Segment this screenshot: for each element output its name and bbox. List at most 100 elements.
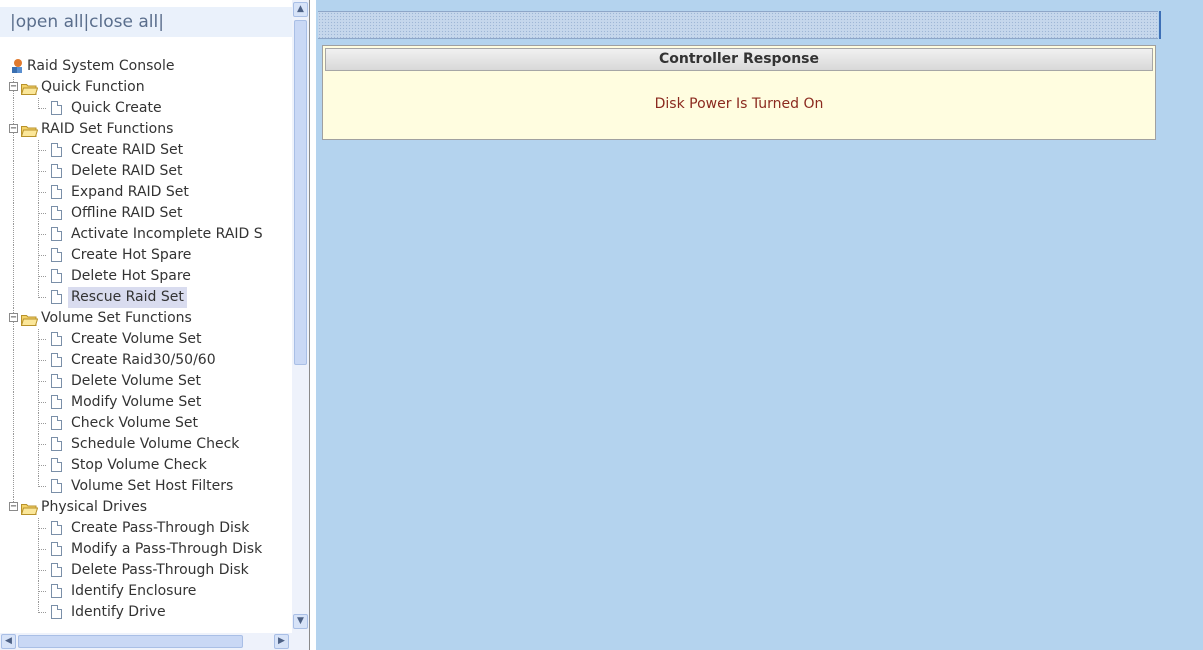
tree-item-label[interactable]: Identify Enclosure [71,581,196,602]
tree-item-label[interactable]: Activate Incomplete RAID S [71,224,263,245]
tree-item-create-hot-spare[interactable]: Create Hot Spare [0,245,292,266]
document-icon [51,395,62,409]
vertical-scroll-thumb[interactable] [294,20,307,365]
tree-group-label[interactable]: Quick Function [41,77,145,98]
raid-console-icon [10,58,24,74]
tree-item-expand-raid-set[interactable]: Expand RAID Set [0,182,292,203]
document-icon [51,101,62,115]
document-icon [51,416,62,430]
tree-item-label[interactable]: Create Pass-Through Disk [71,518,249,539]
tree-item-create-raid30-50-60[interactable]: Create Raid30/50/60 [0,350,292,371]
tree-group-physical-drives[interactable]: − Physical Drives [0,497,292,518]
document-icon [51,269,62,283]
sidebar-horizontal-scrollbar[interactable]: ◀ ▶ [0,633,292,650]
folder-open-icon [20,312,39,326]
controller-response-panel: Controller Response Disk Power Is Turned… [322,45,1156,140]
tree-item-label[interactable]: Modify a Pass-Through Disk [71,539,262,560]
document-icon [51,248,62,262]
tree-item-label[interactable]: Volume Set Host Filters [71,476,233,497]
tree-item-label[interactable]: Expand RAID Set [71,182,189,203]
tree-root[interactable]: Raid System Console [0,56,292,77]
collapse-toggle-icon[interactable]: − [9,313,18,323]
tree-item-modify-a-pass-through-disk[interactable]: Modify a Pass-Through Disk [0,539,292,560]
tree-item-delete-raid-set[interactable]: Delete RAID Set [0,161,292,182]
document-icon [51,143,62,157]
document-icon [51,164,62,178]
collapse-toggle-icon[interactable]: − [9,124,18,134]
document-icon [51,521,62,535]
tree-item-label[interactable]: Delete Hot Spare [71,266,191,287]
folder-open-icon [20,123,39,137]
tree-item-label[interactable]: Create Volume Set [71,329,201,350]
tree-item-create-pass-through-disk[interactable]: Create Pass-Through Disk [0,518,292,539]
tree-item-activate-incomplete-raid-s[interactable]: Activate Incomplete RAID S [0,224,292,245]
tree-item-label[interactable]: Create RAID Set [71,140,183,161]
document-icon [51,374,62,388]
tree-item-stop-volume-check[interactable]: Stop Volume Check [0,455,292,476]
tree-group-label[interactable]: Physical Drives [41,497,147,518]
document-icon [51,185,62,199]
panel-title: Controller Response [325,48,1153,71]
document-icon [51,542,62,556]
tree-item-label[interactable]: Rescue Raid Set [68,287,187,308]
tree-item-label[interactable]: Delete Pass-Through Disk [71,560,249,581]
tree-item-label[interactable]: Check Volume Set [71,413,198,434]
top-banner-edge [1159,11,1161,39]
tree-toolbar: |open all|close all| [0,7,292,37]
folder-open-icon [20,81,39,95]
tree-group-label[interactable]: Volume Set Functions [41,308,192,329]
tree-item-modify-volume-set[interactable]: Modify Volume Set [0,392,292,413]
tree-item-label[interactable]: Create Hot Spare [71,245,191,266]
tree-item-label[interactable]: Offline RAID Set [71,203,182,224]
tree-item-label[interactable]: Schedule Volume Check [71,434,239,455]
scroll-left-arrow-icon[interactable]: ◀ [1,634,16,649]
tree-item-identify-drive[interactable]: Identify Drive [0,602,292,623]
tree-item-label[interactable]: Modify Volume Set [71,392,201,413]
document-icon [51,437,62,451]
tree-item-delete-pass-through-disk[interactable]: Delete Pass-Through Disk [0,560,292,581]
tree-item-create-raid-set[interactable]: Create RAID Set [0,140,292,161]
tree-item-quick-create[interactable]: Quick Create [0,98,292,119]
sidebar-frame: |open all|close all| Raid System Console… [0,0,310,650]
tree-item-offline-raid-set[interactable]: Offline RAID Set [0,203,292,224]
tree-item-label[interactable]: Identify Drive [71,602,166,623]
tree-item-check-volume-set[interactable]: Check Volume Set [0,413,292,434]
tree-item-delete-hot-spare[interactable]: Delete Hot Spare [0,266,292,287]
scroll-down-arrow-icon[interactable]: ▼ [293,614,308,629]
tree-item-volume-set-host-filters[interactable]: Volume Set Host Filters [0,476,292,497]
scroll-up-arrow-icon[interactable]: ▲ [293,2,308,17]
document-icon [51,332,62,346]
tree-group-quick-function[interactable]: − Quick Function [0,77,292,98]
tree-group-raid-set-functions[interactable]: − RAID Set Functions [0,119,292,140]
document-icon [51,563,62,577]
folder-open-icon [20,501,39,515]
tree-item-label[interactable]: Quick Create [71,98,162,119]
tree-item-label[interactable]: Stop Volume Check [71,455,207,476]
document-icon [51,290,62,304]
horizontal-scroll-thumb[interactable] [18,635,243,648]
tree-item-identify-enclosure[interactable]: Identify Enclosure [0,581,292,602]
scroll-right-arrow-icon[interactable]: ▶ [274,634,289,649]
tree-group-label[interactable]: RAID Set Functions [41,119,173,140]
navigation-tree: Raid System Console − Quick Function Quick … [0,56,292,623]
tree-group-volume-set-functions[interactable]: − Volume Set Functions [0,308,292,329]
tree-item-label[interactable]: Delete RAID Set [71,161,183,182]
tree-item-schedule-volume-check[interactable]: Schedule Volume Check [0,434,292,455]
document-icon [51,227,62,241]
collapse-toggle-icon[interactable]: − [9,502,18,512]
tree-item-rescue-raid-set[interactable]: Rescue Raid Set [0,287,292,308]
tree-item-delete-volume-set[interactable]: Delete Volume Set [0,371,292,392]
tree-item-label[interactable]: Delete Volume Set [71,371,201,392]
open-all-link[interactable]: open all [16,12,84,32]
document-icon [51,353,62,367]
tree-item-label[interactable]: Create Raid30/50/60 [71,350,216,371]
collapse-toggle-icon[interactable]: − [9,82,18,92]
close-all-link[interactable]: close all [89,12,158,32]
tree-item-create-volume-set[interactable]: Create Volume Set [0,329,292,350]
sidebar-vertical-scrollbar[interactable]: ▲ ▼ [292,0,309,633]
scrollbar-corner [292,633,309,650]
response-message: Disk Power Is Turned On [654,96,824,112]
document-icon [51,605,62,619]
top-banner [318,11,1158,39]
tree-root-label[interactable]: Raid System Console [27,56,174,77]
